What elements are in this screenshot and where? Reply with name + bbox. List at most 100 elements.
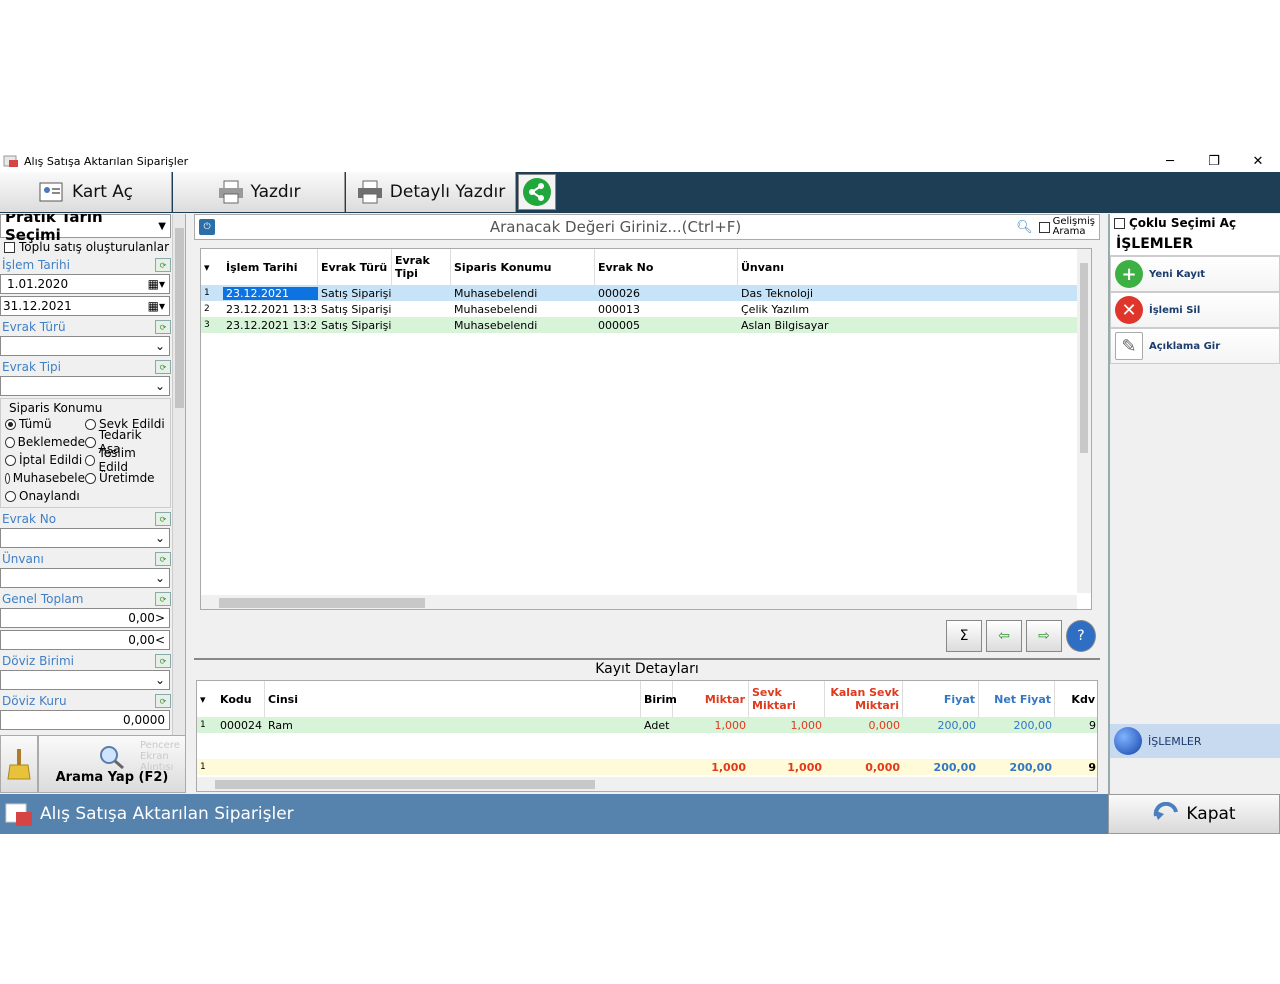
maximize-button[interactable]: ❐ xyxy=(1192,150,1236,172)
cell-konum[interactable]: Muhasebelendi xyxy=(451,287,595,300)
refresh-icon[interactable]: ⟳ xyxy=(155,592,171,606)
gelismis-arama-checkbox[interactable]: Gelişmiş Arama xyxy=(1038,217,1095,237)
radio-teslim[interactable]: Teslim Edild xyxy=(85,446,165,474)
col-miktar[interactable]: Miktar xyxy=(673,681,749,717)
table-row[interactable]: 3 23.12.2021 13:25 Satış Siparişi Muhase… xyxy=(201,317,1077,333)
kayit-detaylari-title: Kayıt Detayları xyxy=(194,658,1100,678)
yeni-kayit-button[interactable]: + Yeni Kayıt xyxy=(1110,256,1280,292)
cell-konum[interactable]: Muhasebelendi xyxy=(451,303,595,316)
evrak-tipi-label: Evrak Tipi xyxy=(2,360,61,374)
clear-filters-button[interactable] xyxy=(0,735,38,793)
cell-miktar[interactable]: 1,000 xyxy=(673,719,749,732)
col-siparis-konumu[interactable]: Siparis Konumu xyxy=(451,249,595,285)
radio-iptal[interactable]: İptal Edildi xyxy=(5,453,85,467)
next-page-icon[interactable]: ⇨ xyxy=(1026,620,1062,652)
details-horizontal-scrollbar[interactable] xyxy=(197,777,1097,791)
kapat-button[interactable]: Kapat xyxy=(1108,794,1280,834)
toplam-min-input[interactable]: 0,00> xyxy=(0,608,170,628)
cell-unvan[interactable]: Aslan Bilgisayar xyxy=(738,319,1077,332)
coklu-secim-checkbox[interactable]: Çoklu Seçimi Aç xyxy=(1110,214,1280,232)
cell-no[interactable]: 000005 xyxy=(595,319,738,332)
radio-beklemede[interactable]: Beklemede xyxy=(5,435,85,449)
cell-kalan[interactable]: 0,000 xyxy=(825,719,903,732)
refresh-icon[interactable]: ⟳ xyxy=(155,360,171,374)
islemi-sil-button[interactable]: ✕ İşlemi Sil xyxy=(1110,292,1280,328)
cell-konum[interactable]: Muhasebelendi xyxy=(451,319,595,332)
evrak-no-select[interactable]: ⌄ xyxy=(0,528,170,548)
col-net-fiyat[interactable]: Net Fiyat xyxy=(979,681,1055,717)
unvani-select[interactable]: ⌄ xyxy=(0,568,170,588)
pratik-tarih-select[interactable]: Pratik Tarih Seçimi ▼ xyxy=(0,214,171,244)
cell-fiyat[interactable]: 200,00 xyxy=(903,719,979,732)
radio-muhasebe[interactable]: Muhasebele xyxy=(5,471,85,485)
col-unvani[interactable]: Ünvanı xyxy=(738,249,1077,285)
refresh-icon[interactable]: ⟳ xyxy=(155,552,171,566)
radio-onaylandi[interactable]: Onaylandı xyxy=(5,489,85,503)
date-from-input[interactable]: 1.01.2020 ▦▾ xyxy=(0,274,170,294)
cell-tarih[interactable]: 23.12.2021 13:36 xyxy=(223,303,318,316)
prev-page-icon[interactable]: ⇦ xyxy=(986,620,1022,652)
col-evrak-turu[interactable]: Evrak Türü xyxy=(318,249,392,285)
col-sevk-miktari[interactable]: Sevk Miktari xyxy=(749,681,825,717)
cell-birim[interactable]: Adet xyxy=(641,719,673,732)
cell-tarih[interactable]: 23.12.2021 13:25 xyxy=(223,319,318,332)
sum-icon[interactable]: Σ xyxy=(946,620,982,652)
yazdir-button[interactable]: Yazdır xyxy=(173,172,345,212)
cell-kdv[interactable]: 9 xyxy=(1055,719,1097,732)
refresh-icon[interactable]: ⟳ xyxy=(155,654,171,668)
search-input[interactable]: Aranacak Değeri Giriniz...(Ctrl+F) xyxy=(215,218,1016,236)
date-to-input[interactable]: 31.12.2021 ▦▾ xyxy=(0,296,170,316)
col-islem-tarihi[interactable]: İşlem Tarihi xyxy=(223,249,318,285)
share-button[interactable] xyxy=(518,174,556,210)
search-icon[interactable]: 🔍︎ xyxy=(1016,220,1033,235)
table-row[interactable]: 2 23.12.2021 13:36 Satış Siparişi Muhase… xyxy=(201,301,1077,317)
cell-tarih[interactable]: 23.12.2021 xyxy=(223,286,318,300)
col-kodu[interactable]: Kodu xyxy=(217,681,265,717)
minimize-button[interactable]: ─ xyxy=(1148,150,1192,172)
search-mode-icon[interactable]: ⏻ xyxy=(199,219,215,235)
cell-kodu[interactable]: 000024 xyxy=(217,719,265,732)
cell-unvan[interactable]: Das Teknoloji xyxy=(738,287,1077,300)
close-button[interactable]: ✕ xyxy=(1236,150,1280,172)
col-evrak-tipi[interactable]: Evrak Tipi xyxy=(392,249,451,285)
cell-tur[interactable]: Satış Siparişi xyxy=(318,287,392,300)
refresh-icon[interactable]: ⟳ xyxy=(155,320,171,334)
calendar-icon[interactable]: ▦▾ xyxy=(148,299,165,313)
cell-tur[interactable]: Satış Siparişi xyxy=(318,319,392,332)
help-icon[interactable]: ? xyxy=(1066,620,1096,652)
toplu-satis-checkbox[interactable]: Toplu satış oluşturulanlar xyxy=(0,238,185,256)
col-birim[interactable]: Birim xyxy=(641,681,677,717)
cell-sevk[interactable]: 1,000 xyxy=(749,719,825,732)
evrak-turu-select[interactable]: ⌄ xyxy=(0,336,170,356)
col-fiyat[interactable]: Fiyat xyxy=(903,681,979,717)
toplam-max-input[interactable]: 0,00< xyxy=(0,630,170,650)
cell-no[interactable]: 000013 xyxy=(595,303,738,316)
aciklama-gir-button[interactable]: ✎ Açıklama Gir xyxy=(1110,328,1280,364)
doviz-birimi-select[interactable]: ⌄ xyxy=(0,670,170,690)
islemler-button[interactable]: İŞLEMLER xyxy=(1110,724,1280,758)
col-kdv[interactable]: Kdv xyxy=(1055,681,1097,717)
radio-uretimde[interactable]: Üretimde xyxy=(85,471,165,485)
refresh-icon[interactable]: ⟳ xyxy=(155,694,171,708)
col-cinsi[interactable]: Cinsi xyxy=(265,681,641,717)
grid-horizontal-scrollbar[interactable] xyxy=(201,595,1077,609)
grid-vertical-scrollbar[interactable] xyxy=(1077,249,1091,593)
cell-tur[interactable]: Satış Siparişi xyxy=(318,303,392,316)
cell-net[interactable]: 200,00 xyxy=(979,719,1055,732)
kart-ac-button[interactable]: Kart Aç xyxy=(0,172,172,212)
filter-scrollbar[interactable] xyxy=(172,214,185,735)
col-kalan-sevk[interactable]: Kalan Sevk Miktari xyxy=(825,681,903,717)
evrak-tipi-select[interactable]: ⌄ xyxy=(0,376,170,396)
calendar-icon[interactable]: ▦▾ xyxy=(148,277,165,291)
col-evrak-no[interactable]: Evrak No xyxy=(595,249,738,285)
table-row[interactable]: 1 000024 Ram Adet 1,000 1,000 0,000 200,… xyxy=(197,717,1097,733)
table-row[interactable]: 1 23.12.2021 Satış Siparişi Muhasebelend… xyxy=(201,285,1077,301)
radio-tumu[interactable]: Tümü xyxy=(5,417,85,431)
detayli-yazdir-button[interactable]: Detaylı Yazdır xyxy=(346,172,516,212)
refresh-icon[interactable]: ⟳ xyxy=(155,512,171,526)
cell-no[interactable]: 000026 xyxy=(595,287,738,300)
cell-cinsi[interactable]: Ram xyxy=(265,719,641,732)
refresh-icon[interactable]: ⟳ xyxy=(155,258,171,272)
cell-unvan[interactable]: Çelik Yazılım xyxy=(738,303,1077,316)
doviz-kuru-input[interactable]: 0,0000 xyxy=(0,710,170,730)
